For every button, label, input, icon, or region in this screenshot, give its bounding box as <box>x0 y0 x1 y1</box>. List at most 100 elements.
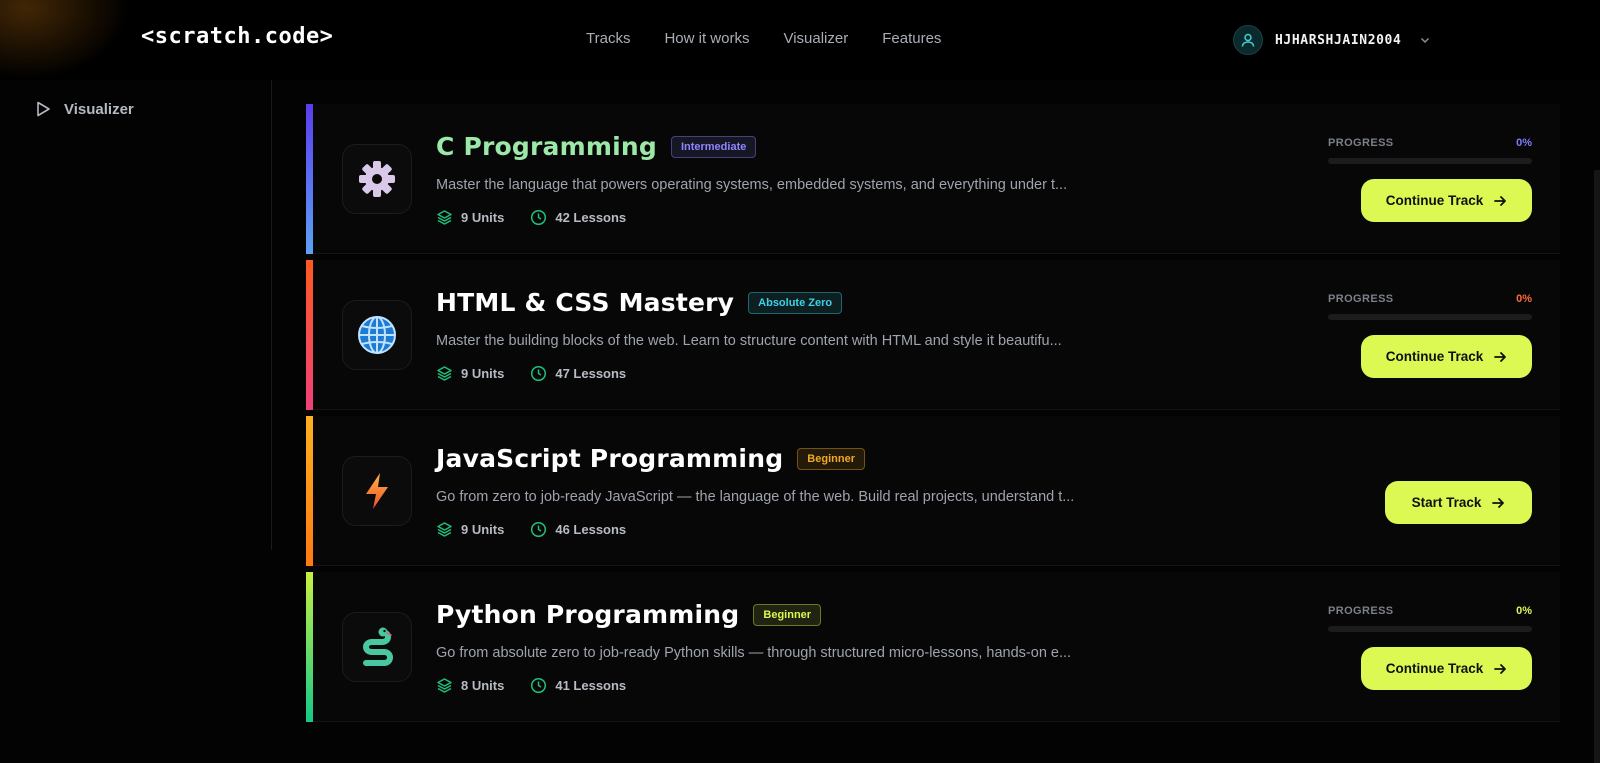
continue-track-button[interactable]: Continue Track <box>1361 179 1532 222</box>
track-card: Python Programming Beginner Go from abso… <box>306 572 1560 722</box>
username[interactable]: HJHARSHJAIN2004 <box>1275 33 1401 48</box>
corner-glow <box>0 0 130 80</box>
track-meta: 9 Units 47 Lessons <box>436 365 626 382</box>
button-label: Continue Track <box>1385 661 1484 676</box>
sidebar-item-label: Visualizer <box>64 100 134 118</box>
track-meta: 9 Units 42 Lessons <box>436 209 626 226</box>
track-title[interactable]: C Programming <box>436 132 657 161</box>
gear-icon <box>359 161 395 197</box>
lessons-label: 47 Lessons <box>555 366 627 381</box>
track-title[interactable]: JavaScript Programming <box>436 444 783 473</box>
site-logo[interactable]: <scratch.code> <box>141 24 333 49</box>
sidebar-item-visualizer[interactable]: Visualizer <box>34 100 134 118</box>
arrow-right-icon <box>1494 195 1507 206</box>
button-label: Start Track <box>1411 495 1482 510</box>
track-card: C Programming Intermediate Master the la… <box>306 104 1560 254</box>
clock-icon <box>531 209 547 226</box>
track-title-row: C Programming Intermediate <box>436 132 757 161</box>
play-icon <box>37 101 50 117</box>
units-label: 9 Units <box>461 210 505 225</box>
track-icon-box <box>342 144 412 214</box>
track-card: HTML & CSS Mastery Absolute Zero Master … <box>306 260 1560 410</box>
units-label: 9 Units <box>461 522 505 537</box>
units-label: 9 Units <box>461 366 505 381</box>
progress-value: 0% <box>1516 293 1532 305</box>
track-icon-box <box>342 300 412 370</box>
globe-icon <box>358 316 396 354</box>
progress-label: PROGRESS <box>1328 137 1394 149</box>
track-meta: 9 Units 46 Lessons <box>436 521 626 538</box>
difficulty-badge: Intermediate <box>670 135 757 158</box>
track-lessons: 41 Lessons <box>530 677 626 694</box>
track-description: Go from zero to job-ready JavaScript — t… <box>436 489 1075 505</box>
arrow-right-icon <box>1492 497 1505 508</box>
arrow-right-icon <box>1494 663 1507 674</box>
track-accent-bar <box>306 416 313 566</box>
track-description: Master the building blocks of the web. L… <box>436 333 1062 349</box>
progress-bar <box>1328 158 1532 164</box>
main-nav: Tracks How it works Visualizer Features <box>586 30 941 47</box>
clock-icon <box>531 677 547 694</box>
nav-link-visualizer[interactable]: Visualizer <box>783 30 848 47</box>
units-label: 8 Units <box>461 678 505 693</box>
progress-bar <box>1328 314 1532 320</box>
track-accent-bar <box>306 104 313 254</box>
track-progress: PROGRESS 0% <box>1328 137 1532 164</box>
lessons-label: 46 Lessons <box>555 522 627 537</box>
track-title-row: Python Programming Beginner <box>436 600 822 629</box>
arrow-right-icon <box>1494 351 1507 362</box>
track-title-row: HTML & CSS Mastery Absolute Zero <box>436 288 843 317</box>
page-scrollbar[interactable] <box>1594 170 1600 763</box>
layers-icon <box>437 366 452 381</box>
layers-icon <box>437 210 452 225</box>
start-track-button[interactable]: Start Track <box>1385 481 1532 524</box>
nav-link-how-it-works[interactable]: How it works <box>664 30 749 47</box>
lessons-label: 42 Lessons <box>555 210 627 225</box>
track-title[interactable]: HTML & CSS Mastery <box>436 288 734 317</box>
nav-link-tracks[interactable]: Tracks <box>586 30 630 47</box>
sidebar: Visualizer <box>0 80 272 550</box>
track-card: JavaScript Programming Beginner Go from … <box>306 416 1560 566</box>
track-lessons: 46 Lessons <box>530 521 626 538</box>
progress-value: 0% <box>1516 605 1532 617</box>
difficulty-badge: Absolute Zero <box>748 291 843 314</box>
track-units: 9 Units <box>436 365 504 382</box>
user-avatar[interactable] <box>1233 25 1263 55</box>
track-progress: PROGRESS 0% <box>1328 293 1532 320</box>
track-accent-bar <box>306 572 313 722</box>
progress-label: PROGRESS <box>1328 605 1394 617</box>
progress-value: 0% <box>1516 137 1532 149</box>
track-lessons: 47 Lessons <box>530 365 626 382</box>
layers-icon <box>437 678 452 693</box>
snake-icon <box>363 627 393 666</box>
progress-bar <box>1328 626 1532 632</box>
top-header: <scratch.code> Tracks How it works Visua… <box>0 0 1600 80</box>
button-label: Continue Track <box>1385 349 1484 364</box>
lightning-icon <box>366 473 388 509</box>
track-accent-bar <box>306 260 313 410</box>
track-icon-box <box>342 612 412 682</box>
user-icon <box>1241 33 1255 47</box>
track-description: Go from absolute zero to job-ready Pytho… <box>436 645 1072 661</box>
track-lessons: 42 Lessons <box>530 209 626 226</box>
track-icon-box <box>342 456 412 526</box>
user-menu[interactable]: HJHARSHJAIN2004 <box>1233 25 1431 55</box>
progress-label: PROGRESS <box>1328 293 1394 305</box>
track-units: 9 Units <box>436 521 504 538</box>
button-label: Continue Track <box>1385 193 1484 208</box>
nav-link-features[interactable]: Features <box>882 30 941 47</box>
lessons-label: 41 Lessons <box>555 678 627 693</box>
clock-icon <box>531 521 547 538</box>
track-units: 9 Units <box>436 209 504 226</box>
continue-track-button[interactable]: Continue Track <box>1361 647 1532 690</box>
track-description: Master the language that powers operatin… <box>436 177 1068 193</box>
chevron-down-icon[interactable] <box>1419 34 1431 46</box>
track-progress: PROGRESS 0% <box>1328 605 1532 632</box>
layers-icon <box>437 522 452 537</box>
continue-track-button[interactable]: Continue Track <box>1361 335 1532 378</box>
difficulty-badge: Beginner <box>753 603 822 626</box>
track-units: 8 Units <box>436 677 504 694</box>
clock-icon <box>531 365 547 382</box>
track-title-row: JavaScript Programming Beginner <box>436 444 865 473</box>
track-title[interactable]: Python Programming <box>436 600 739 629</box>
